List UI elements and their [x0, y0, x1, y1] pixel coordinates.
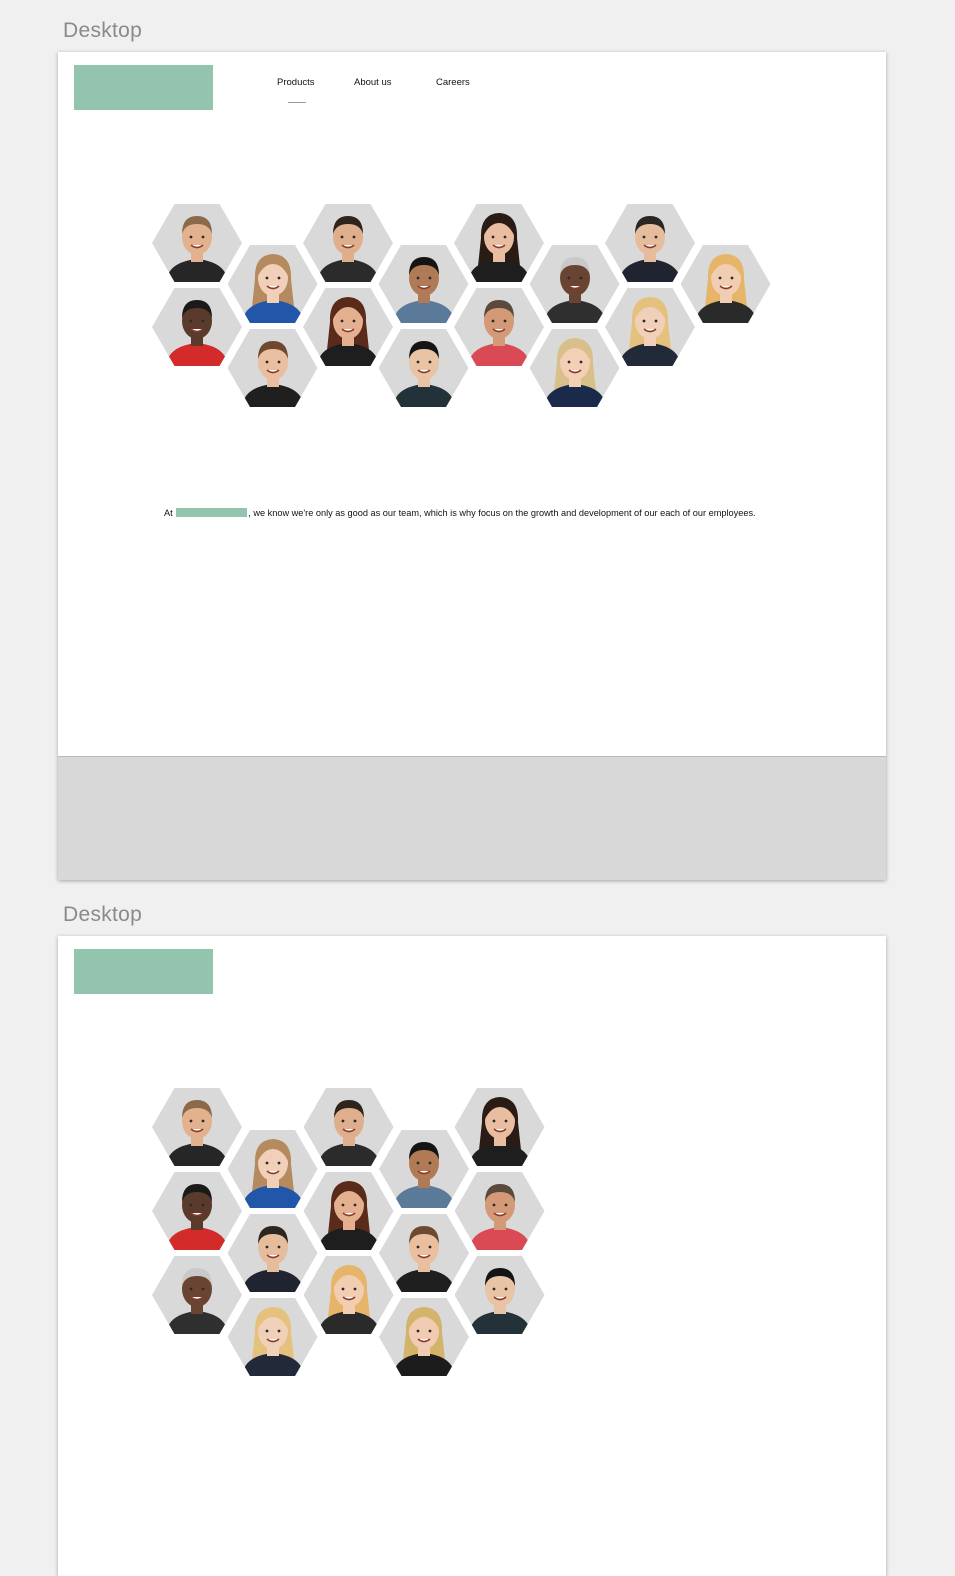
avatar-illustration: [529, 329, 620, 407]
avatar-illustration: [227, 1130, 318, 1208]
avatar-illustration: [303, 1088, 394, 1166]
team-member-avatar: [454, 1256, 545, 1334]
team-member-avatar: [378, 329, 469, 407]
team-member-avatar: [379, 1298, 469, 1376]
avatar-illustration: [680, 245, 771, 323]
avatar-illustration: [303, 1256, 394, 1334]
avatar-illustration: [227, 329, 318, 407]
team-member-avatar: [605, 204, 695, 282]
avatar-illustration: [605, 204, 695, 282]
team-member-avatar: [454, 1172, 545, 1250]
team-member-avatar: [303, 1256, 394, 1334]
team-member-avatar: [680, 245, 771, 323]
team-member-avatar: [303, 1172, 394, 1250]
team-member-avatar: [378, 245, 469, 323]
team-hexagon-grid: [58, 936, 886, 1376]
artboard-label: Desktop: [63, 19, 143, 42]
team-member-avatar: [227, 1298, 318, 1376]
avatar-illustration: [454, 1172, 545, 1250]
team-member-avatar: [379, 1130, 469, 1208]
redacted-company-name: [176, 508, 248, 517]
footer-placeholder: [58, 756, 886, 880]
team-member-avatar: [227, 1214, 318, 1292]
avatar-illustration: [454, 1088, 545, 1166]
avatar-illustration: [379, 1298, 469, 1376]
avatar-illustration: [303, 204, 393, 282]
team-member-avatar: [379, 1214, 469, 1292]
avatar-illustration: [152, 288, 242, 366]
team-member-avatar: [152, 1172, 242, 1250]
avatar-illustration: [152, 1172, 242, 1250]
team-member-avatar: [605, 288, 695, 366]
avatar-illustration: [454, 204, 544, 282]
tagline-text: , we know we're only as good as our team…: [248, 508, 756, 518]
team-member-avatar: [454, 204, 544, 282]
avatar-illustration: [379, 1130, 469, 1208]
team-member-avatar: [454, 1088, 545, 1166]
avatar-illustration: [152, 204, 242, 282]
team-member-avatar: [152, 1088, 242, 1166]
avatar-illustration: [152, 1256, 242, 1334]
team-tagline: At , we know we're only as good as our t…: [164, 508, 864, 518]
team-member-avatar: [529, 329, 620, 407]
avatar-illustration: [605, 288, 695, 366]
avatar-illustration: [227, 1298, 318, 1376]
team-member-avatar: [303, 1088, 394, 1166]
avatar-illustration: [303, 1172, 394, 1250]
team-member-avatar: [303, 288, 393, 366]
avatar-illustration: [227, 1214, 318, 1292]
team-member-avatar: [152, 1256, 242, 1334]
team-member-avatar: [152, 288, 242, 366]
avatar-illustration: [227, 245, 318, 323]
team-member-avatar: [303, 204, 393, 282]
team-member-avatar: [152, 204, 242, 282]
avatar-illustration: [529, 245, 620, 323]
team-member-avatar: [227, 1130, 318, 1208]
tagline-prefix: At: [164, 508, 173, 518]
team-member-avatar: [227, 245, 318, 323]
team-hexagon-grid: [58, 52, 886, 452]
avatar-illustration: [454, 1256, 545, 1334]
desktop-artboard: [58, 936, 886, 1576]
avatar-illustration: [454, 288, 544, 366]
avatar-illustration: [378, 329, 469, 407]
desktop-artboard: Products About us Careers At , we know w…: [58, 52, 886, 880]
artboard-label: Desktop: [63, 903, 143, 926]
team-member-avatar: [227, 329, 318, 407]
avatar-illustration: [379, 1214, 469, 1292]
avatar-illustration: [303, 288, 393, 366]
avatar-illustration: [378, 245, 469, 323]
avatar-illustration: [152, 1088, 242, 1166]
team-member-avatar: [529, 245, 620, 323]
team-member-avatar: [454, 288, 544, 366]
